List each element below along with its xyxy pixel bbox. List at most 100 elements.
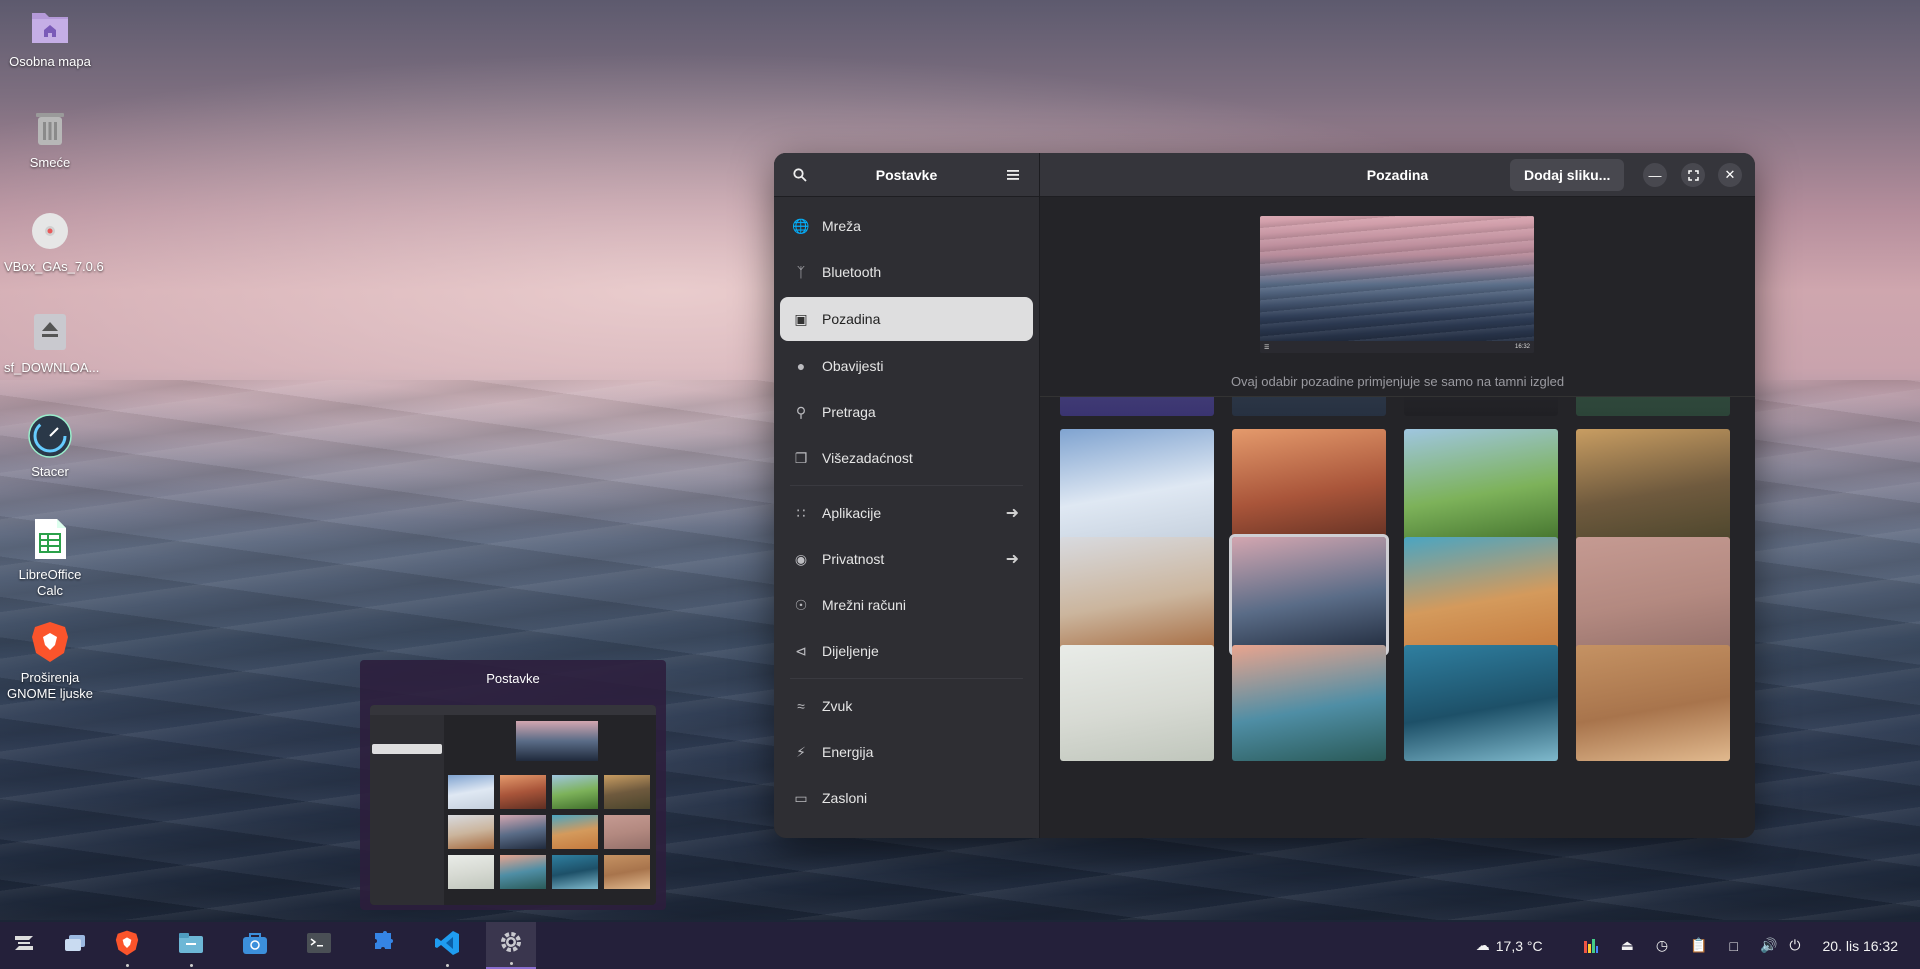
hamburger-menu-icon[interactable]: [1001, 163, 1025, 187]
running-indicator: [510, 962, 513, 965]
dark-mode-note: Ovaj odabir pozadine primjenjuje se samo…: [1230, 374, 1565, 389]
brave-browser-icon: [115, 930, 139, 961]
wallpaper-thumb-partial[interactable]: [1060, 397, 1214, 416]
preview-taskbar: ☰ 16:32: [1260, 341, 1534, 353]
taskbar-vscode[interactable]: [422, 922, 472, 969]
privacy-icon: ◉: [794, 550, 808, 567]
mini-thumb: [604, 815, 650, 849]
wallpaper-thumb-sand-ripples[interactable]: [1576, 645, 1730, 761]
mini-thumb: [448, 775, 494, 809]
color-picker-icon[interactable]: [1583, 938, 1599, 954]
desktop-icon-spreadsheet[interactable]: LibreOffice Calc: [0, 517, 100, 599]
sound-icon: ≈: [797, 698, 805, 714]
mini-thumb: [448, 815, 494, 849]
clock[interactable]: 20. lis 16:32: [1823, 938, 1899, 954]
sidebar-title: Postavke: [875, 166, 938, 183]
taskbar-files[interactable]: [166, 922, 216, 969]
wallpaper-thumb-coastal-sand-dune[interactable]: [1404, 537, 1558, 653]
desktop-icon-trash[interactable]: Smeće: [0, 105, 100, 171]
desktop-icon-drive[interactable]: sf_DOWNLOA...: [0, 310, 100, 376]
wallpaper-thumb-desert-picnic[interactable]: [1060, 537, 1214, 653]
desktop-icon-label: Proširenja GNOME ljuske: [7, 670, 93, 701]
desktop-icon-label: LibreOffice Calc: [18, 567, 82, 598]
sidebar-list: 🌐 Mreža ᛉ Bluetooth ▣ Pozadina ● Obavijesti ⚲ Pre…: [774, 197, 1039, 838]
power-icon: ⚡: [796, 743, 806, 760]
running-indicator: [446, 964, 449, 967]
wallpaper-thumb-partial[interactable]: [1576, 397, 1730, 416]
wallpaper-thumb-white-blossoms[interactable]: [1060, 645, 1214, 761]
desktop-icon-brave[interactable]: Proširenja GNOME ljuske: [0, 620, 100, 702]
window-preview-popup[interactable]: Postavke: [360, 660, 666, 910]
volume-icon[interactable]: 🔊: [1760, 937, 1777, 954]
extensions-icon: [370, 930, 396, 961]
mini-thumb: [552, 815, 598, 849]
background-panel: Pozadina Dodaj sliku... — ✕ ☰ 16:32 Ovaj…: [1040, 153, 1755, 838]
sidebar-item-pretraga[interactable]: ⚲ Pretraga: [780, 389, 1033, 435]
desktop-icon-disc[interactable]: VBox_GAs_7.0.6: [0, 209, 104, 275]
monitor-icon: ▭: [794, 789, 808, 806]
sidebar-item-bluetooth[interactable]: ᛉ Bluetooth: [780, 249, 1033, 295]
desktop-icon-label: Stacer: [31, 464, 69, 479]
search-icon[interactable]: [788, 163, 812, 187]
taskbar-settings[interactable]: [486, 922, 536, 969]
taskbar-brave-browser[interactable]: [102, 922, 152, 969]
desktop-icon-home-folder[interactable]: Osobna mapa: [0, 4, 100, 70]
sidebar-item-label: Pozadina: [822, 311, 881, 327]
weather-indicator[interactable]: ☁ 17,3 °C: [1476, 937, 1543, 954]
maximize-icon[interactable]: [1681, 163, 1705, 187]
sidebar-header: Postavke: [774, 153, 1039, 197]
wallpaper-thumb-green-hills[interactable]: [1404, 429, 1558, 545]
sidebar-item-zvuk[interactable]: ≈ Zvuk: [780, 683, 1033, 729]
drive-icon: [28, 310, 72, 354]
arrow-right-icon: ➜: [1005, 505, 1019, 522]
desktop-icon-stacer[interactable]: Stacer: [0, 414, 100, 480]
display-mode-icon[interactable]: □: [1730, 938, 1738, 954]
sidebar-item-energija[interactable]: ⚡ Energija: [780, 729, 1033, 775]
minimize-icon[interactable]: —: [1643, 163, 1667, 187]
multitask-icon: ❐: [794, 449, 808, 466]
wallpaper-thumb-aerial-ocean-rocks[interactable]: [1404, 645, 1558, 761]
sidebar-item-dijeljenje[interactable]: ⊲ Dijeljenje: [780, 628, 1033, 674]
taskbar-workspaces[interactable]: [62, 922, 88, 969]
system-tray: ☁ 17,3 °C ⏏ ◷ 📋 □ 🔊 ⏻ 20. lis 16:32: [1476, 922, 1920, 969]
wallpaper-thumb-monument-valley-sunset[interactable]: [1576, 429, 1730, 545]
wallpaper-thumb-orange-desert-dunes[interactable]: [1232, 429, 1386, 545]
sidebar-item-privatnost[interactable]: ◉ Privatnost ➜: [780, 536, 1033, 582]
timer-icon[interactable]: ◷: [1656, 937, 1668, 954]
mini-thumb: [552, 775, 598, 809]
sidebar-item-label: Zasloni: [822, 790, 868, 806]
wallpaper-thumb-mountain-valley[interactable]: [1232, 645, 1386, 761]
taskbar-extensions[interactable]: [358, 922, 408, 969]
sidebar-item-label: Aplikacije: [822, 505, 882, 521]
sidebar-item-zasloni[interactable]: ▭ Zasloni: [780, 775, 1033, 821]
sidebar-item-mrežni-računi[interactable]: ☉ Mrežni računi: [780, 582, 1033, 628]
sidebar-item-pozadina[interactable]: ▣ Pozadina: [780, 297, 1033, 341]
disc-icon: [28, 209, 72, 253]
clipboard-icon[interactable]: 📋: [1690, 937, 1707, 954]
bell-icon: ●: [796, 358, 806, 374]
terminal-icon: [306, 932, 332, 959]
desktop-icon-label: sf_DOWNLOA...: [4, 360, 100, 375]
taskbar-software-store[interactable]: [230, 922, 280, 969]
sidebar-item-aplikacije[interactable]: ∷ Aplikacije ➜: [780, 490, 1033, 536]
taskbar-terminal[interactable]: [294, 922, 344, 969]
mini-thumb: [448, 855, 494, 889]
mini-thumb: [604, 775, 650, 809]
files-icon: [178, 932, 204, 959]
sidebar-item-višezadaćnost[interactable]: ❐ Višezadaćnost: [780, 435, 1033, 481]
wallpaper-thumb-ocean-waves[interactable]: [1229, 534, 1389, 656]
mini-thumb: [604, 855, 650, 889]
wallpaper-thumb-stone-wall[interactable]: [1576, 537, 1730, 653]
taskbar-zorin-menu[interactable]: [0, 922, 48, 969]
sidebar-item-label: Višezadaćnost: [822, 450, 913, 466]
sidebar-item-obavijesti[interactable]: ● Obavijesti: [780, 343, 1033, 389]
wallpaper-thumb-partial[interactable]: [1404, 397, 1558, 416]
power-icon[interactable]: ⏻: [1789, 937, 1800, 954]
add-picture-button[interactable]: Dodaj sliku...: [1510, 159, 1625, 191]
eject-icon[interactable]: ⏏: [1621, 937, 1634, 954]
sidebar-item-mreža[interactable]: 🌐 Mreža: [780, 203, 1033, 249]
wallpaper-thumb-white-sand-dunes[interactable]: [1060, 429, 1214, 545]
close-icon[interactable]: ✕: [1718, 163, 1742, 187]
wallpaper-thumb-partial[interactable]: [1232, 397, 1386, 416]
sidebar-item-label: Energija: [822, 744, 874, 760]
